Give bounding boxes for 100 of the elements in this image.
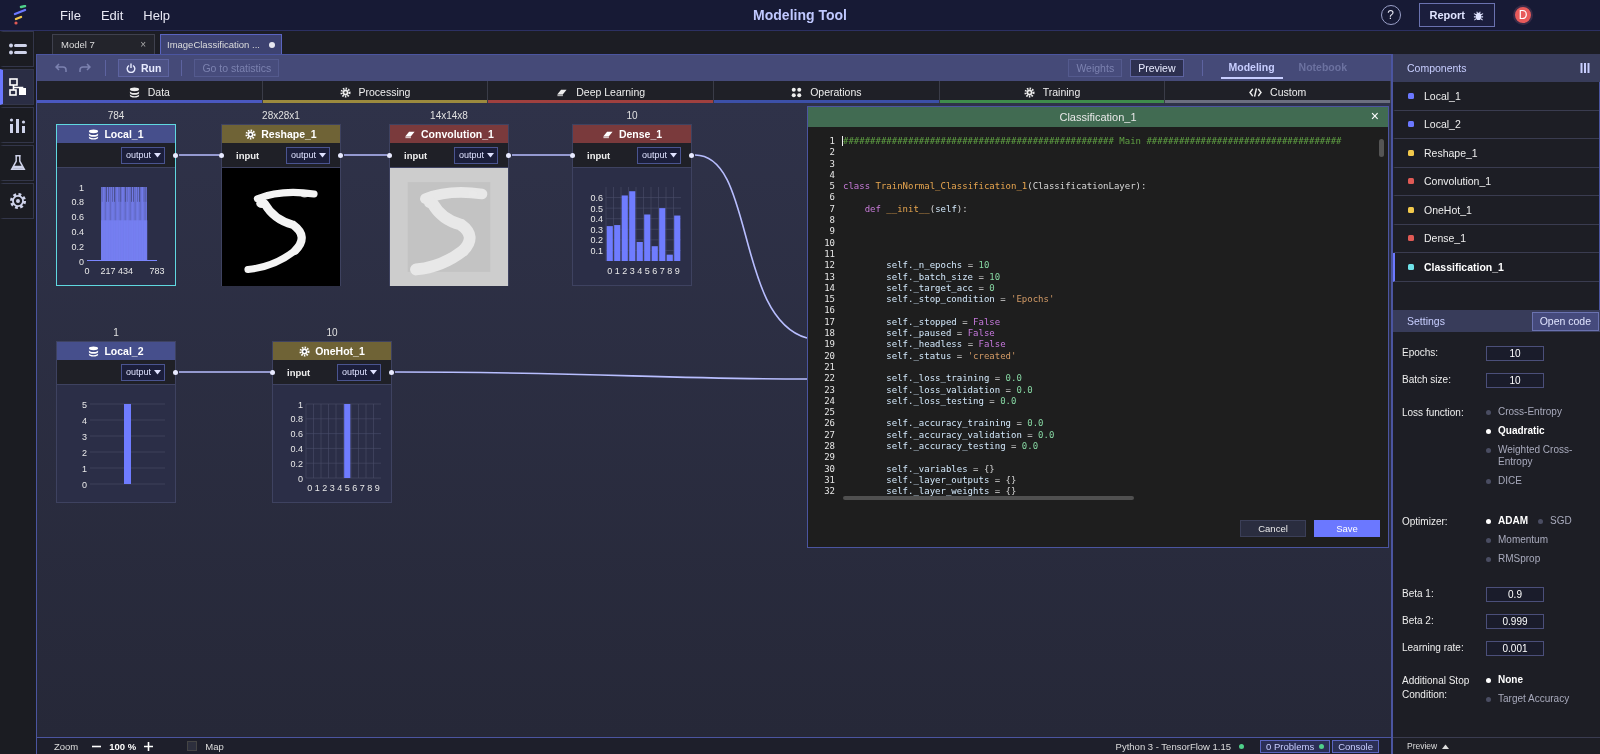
menu-item[interactable]: File (60, 7, 81, 23)
run-button[interactable]: Run (118, 59, 170, 77)
node-title: Local_2 (104, 345, 144, 357)
component-item[interactable]: Local_2 (1393, 110, 1599, 139)
tick-label: 0 (84, 265, 90, 276)
category-tab[interactable]: Processing (262, 81, 489, 103)
category-tab[interactable]: Custom (1165, 81, 1391, 103)
component-item[interactable]: Classification_1 (1393, 253, 1599, 282)
columns-icon[interactable] (1580, 63, 1590, 73)
port-dot[interactable] (570, 152, 575, 158)
radio-option[interactable]: Momentum (1486, 534, 1548, 546)
number-field[interactable]: 0.999 (1486, 614, 1544, 629)
problems-button[interactable]: 0 Problems (1260, 739, 1331, 753)
port-dot[interactable] (506, 152, 511, 158)
radio-option[interactable]: Quadratic (1486, 425, 1545, 437)
component-item[interactable]: Convolution_1 (1393, 167, 1599, 196)
port-dot[interactable] (389, 369, 394, 375)
radio-option[interactable]: RMSprop (1486, 553, 1541, 565)
setting-label: Epochs: (1402, 346, 1440, 360)
output-select[interactable]: output (337, 363, 381, 381)
tick-label: 8 (667, 265, 673, 276)
number-field[interactable]: 0.001 (1486, 641, 1544, 656)
plus-icon[interactable] (144, 741, 154, 751)
console-button[interactable]: Console (1332, 739, 1379, 753)
close-button[interactable]: × (1367, 108, 1382, 125)
open-code-button[interactable]: Open code (1531, 311, 1599, 331)
number-field[interactable]: 0.9 (1486, 587, 1544, 602)
code-line: class TrainNormal_Classification_1(ClassificationLayer): (843, 181, 1147, 193)
document-tab[interactable]: ImageClassification ... (160, 34, 282, 54)
port-dot[interactable] (173, 152, 178, 158)
output-select[interactable]: output (121, 363, 165, 381)
component-item[interactable]: Reshape_1 (1393, 139, 1599, 168)
panel-title: Settings (1407, 315, 1445, 327)
menu-item[interactable]: Edit (100, 7, 124, 23)
radio-option[interactable]: Target Accuracy (1486, 693, 1570, 705)
node-title: Dense_1 (618, 128, 663, 140)
tick-label: 7 (659, 265, 665, 276)
bar-chart-icon (8, 115, 28, 135)
component-item[interactable]: OneHot_1 (1393, 196, 1599, 225)
line-number: 25 (823, 407, 835, 419)
output-select[interactable]: output (637, 146, 681, 164)
line-number: 11 (823, 248, 835, 261)
code-line: self._stopped = False (885, 316, 1001, 329)
code-line: self._batch_size = 10 (885, 271, 1001, 283)
tick-label: 0.2 (71, 241, 84, 252)
line-number: 23 (823, 384, 835, 396)
scrollbar-thumb[interactable] (843, 496, 1134, 500)
view-tab[interactable]: Modeling (1220, 57, 1283, 79)
category-tab[interactable]: Training (939, 81, 1166, 103)
radio-option[interactable]: Cross-Entropy (1486, 406, 1562, 418)
port-dot[interactable] (689, 152, 694, 158)
line-number: 15 (823, 294, 835, 306)
category-tab[interactable]: Operations (714, 81, 940, 103)
port-dot[interactable] (338, 152, 343, 158)
code-line: self._variables = {} (885, 463, 995, 475)
report-button[interactable]: Report (1418, 3, 1495, 27)
port-dot[interactable] (387, 152, 392, 158)
logo-icon[interactable] (12, 5, 28, 25)
shape-label: 14x14x8 (429, 110, 469, 121)
close-button[interactable]: × (140, 39, 146, 50)
number-field[interactable]: 10 (1486, 346, 1544, 361)
port-dot[interactable] (173, 369, 178, 375)
preview-button[interactable]: Preview (1130, 59, 1184, 77)
category-tab[interactable]: Deep Learning (488, 81, 714, 103)
line-number: 30 (823, 463, 835, 475)
category-tab[interactable]: Data (37, 81, 263, 103)
output-select[interactable]: output (121, 146, 165, 164)
checkbox[interactable] (187, 741, 198, 751)
save-button[interactable]: Save (1314, 520, 1380, 537)
shape-label: 10 (325, 327, 339, 338)
port-dot[interactable] (219, 152, 224, 158)
component-item[interactable]: Dense_1 (1393, 224, 1599, 253)
line-number: 14 (823, 282, 835, 295)
shape-label: 28x28x1 (261, 110, 301, 121)
scrollbar-thumb[interactable] (1379, 139, 1384, 157)
code-line: self._accuracy_validation = 0.0 (885, 429, 1055, 441)
cancel-button[interactable]: Cancel (1240, 520, 1306, 537)
menu-item[interactable]: Help (143, 7, 171, 23)
document-tab[interactable]: Model 7 × (52, 34, 155, 54)
tick-label: 0.3 (590, 224, 603, 235)
category-label: Operations (810, 86, 862, 98)
tick-label: 9 (674, 265, 680, 276)
number-field[interactable]: 10 (1486, 373, 1544, 388)
gear-icon (1023, 86, 1035, 98)
line-number: 17 (823, 316, 835, 329)
port-dot[interactable] (270, 369, 275, 375)
radio-option[interactable]: Weighted Cross-Entropy (1486, 444, 1598, 468)
radio-option[interactable]: None (1486, 674, 1523, 686)
component-item[interactable]: Local_1 (1393, 82, 1599, 111)
output-select[interactable]: output (454, 146, 498, 164)
setting-label: Optimizer: (1402, 515, 1449, 529)
radio-option[interactable]: DICE (1486, 475, 1522, 487)
power-icon (126, 63, 136, 73)
radio-option[interactable]: ADAM (1486, 515, 1528, 527)
tick-label: 7 (359, 482, 365, 493)
radio-option[interactable]: SGD (1538, 515, 1572, 527)
output-select[interactable]: output (286, 146, 330, 164)
gear-icon (299, 345, 311, 357)
tick-label: 4 (82, 415, 87, 425)
preview-toggle[interactable]: Preview (1393, 737, 1600, 754)
